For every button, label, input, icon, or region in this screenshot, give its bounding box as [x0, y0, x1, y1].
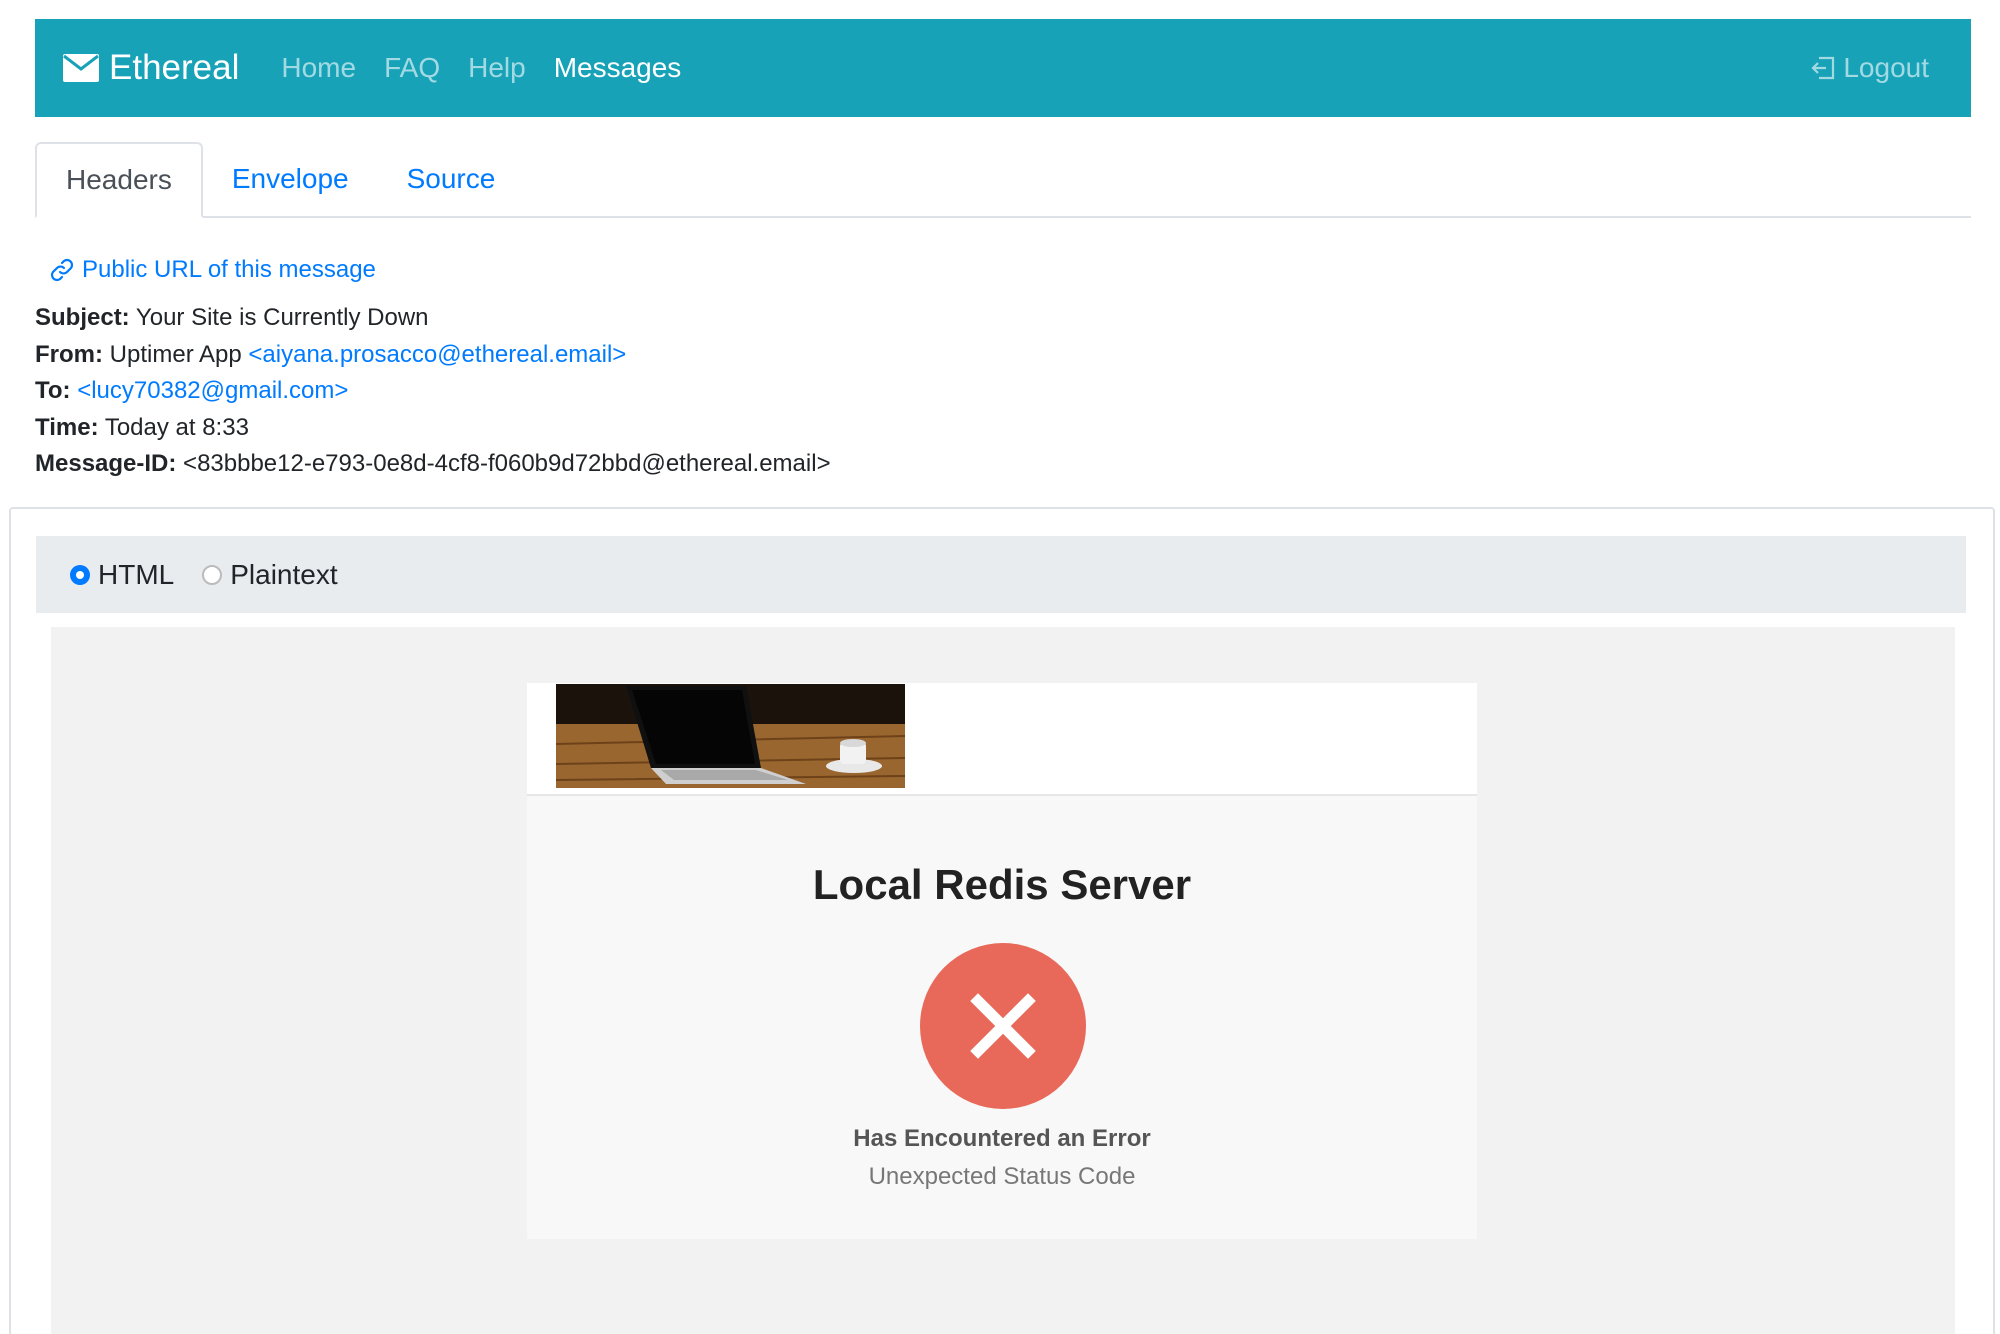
- error-detail-text: Unexpected Status Code: [868, 1163, 1136, 1190]
- message-tabs: Headers Envelope Source: [35, 142, 1971, 218]
- to-email-link[interactable]: <lucy70382@gmail.com>: [77, 377, 348, 404]
- public-url-label: Public URL of this message: [82, 256, 376, 283]
- message-id-row: Message-ID: <83bbbe12-e793-0e8d-4cf8-f06…: [35, 446, 831, 483]
- time-row: Time: Today at 8:33: [35, 410, 831, 447]
- logout-icon: [1811, 56, 1835, 80]
- link-icon: [50, 258, 74, 282]
- close-icon: [970, 993, 1036, 1059]
- format-html-label: HTML: [98, 558, 175, 590]
- subject-row: Subject: Your Site is Currently Down: [35, 300, 831, 337]
- radio-unselected-indicator: [202, 564, 223, 585]
- logout-label: Logout: [1843, 52, 1929, 83]
- public-url-link[interactable]: Public URL of this message: [48, 256, 376, 284]
- from-label: From:: [35, 340, 103, 368]
- format-plaintext-radio[interactable]: Plaintext: [202, 558, 338, 591]
- brand-logo[interactable]: Ethereal: [63, 48, 239, 88]
- error-icon: [920, 943, 1086, 1109]
- envelope-icon: [63, 54, 99, 82]
- subject-value: Your Site is Currently Down: [135, 304, 429, 331]
- time-value: Today at 8:33: [104, 413, 249, 441]
- message-headers: Subject: Your Site is Currently Down Fro…: [35, 300, 831, 483]
- to-label: To:: [35, 377, 71, 405]
- logout-button[interactable]: Logout: [1809, 52, 1929, 84]
- brand-name: Ethereal: [109, 48, 240, 87]
- nav-help[interactable]: Help: [468, 52, 526, 84]
- email-content: Local Redis Server Has Encountered an Er…: [527, 683, 1477, 1239]
- tab-envelope[interactable]: Envelope: [203, 142, 378, 216]
- radio-selected-indicator: [70, 564, 90, 585]
- nav-messages[interactable]: Messages: [554, 52, 682, 84]
- time-label: Time:: [35, 413, 99, 441]
- format-plaintext-label: Plaintext: [230, 558, 338, 590]
- to-row: To: <lucy70382@gmail.com>: [35, 373, 831, 410]
- from-email-link[interactable]: <aiyana.prosacco@ethereal.email>: [248, 341, 626, 368]
- top-navbar: Ethereal Home FAQ Help Messages Logout: [35, 19, 1971, 117]
- tab-source[interactable]: Source: [378, 142, 525, 216]
- subject-label: Subject:: [35, 304, 130, 331]
- email-header: [527, 683, 1477, 796]
- tab-headers[interactable]: Headers: [35, 142, 203, 218]
- format-selector: HTML Plaintext: [36, 536, 1966, 613]
- message-id-value: <83bbbe12-e793-0e8d-4cf8-f060b9d72bbd@et…: [183, 450, 831, 478]
- from-row: From: Uptimer App <aiyana.prosacco@ether…: [35, 337, 831, 374]
- email-title: Local Redis Server: [812, 861, 1192, 908]
- format-html-radio[interactable]: HTML: [70, 559, 174, 591]
- error-status-text: Has Encountered an Error: [853, 1125, 1151, 1152]
- nav-faq[interactable]: FAQ: [384, 52, 440, 84]
- nav-home[interactable]: Home: [281, 52, 356, 84]
- from-name: Uptimer App: [109, 340, 242, 368]
- message-id-label: Message-ID:: [35, 450, 177, 478]
- laptop-on-desk-image: [556, 684, 905, 788]
